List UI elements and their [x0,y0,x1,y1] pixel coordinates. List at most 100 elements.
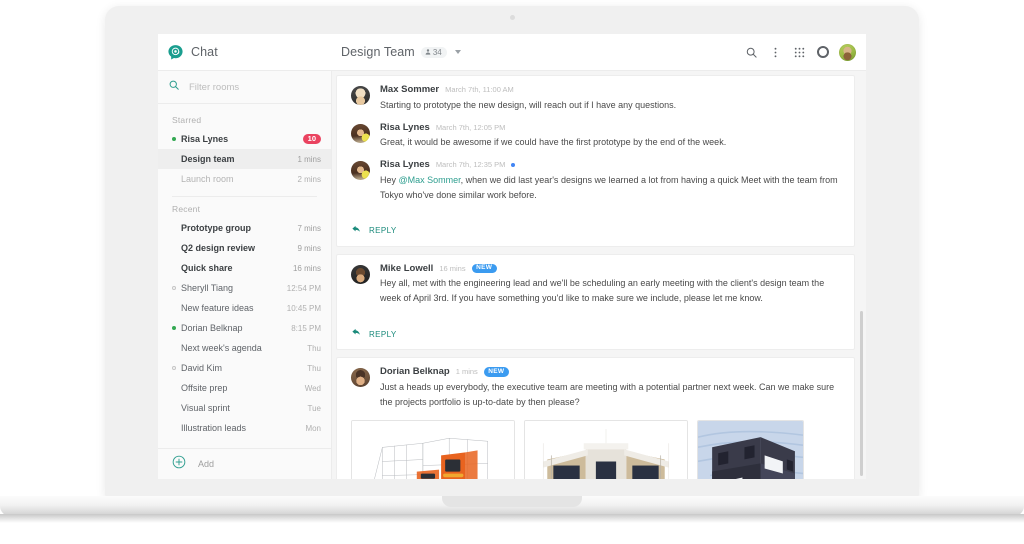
sidebar-item-timestamp: Thu [307,343,321,353]
reply-button[interactable]: REPLY [351,325,397,343]
message-text: Starting to prototype the new design, wi… [380,99,677,110]
message: Risa Lynes March 7th, 12:35 PM Hey @Max So… [351,160,840,203]
avatar[interactable] [351,368,370,387]
account-avatar[interactable] [839,43,856,61]
sidebar-item-label: David Kim [181,363,223,373]
sidebar-item-sheryll-tiang[interactable]: Sheryll Tiang 12:54 PM [158,278,331,298]
unread-dot-icon [511,162,516,167]
sidebar-item-q2-design-review[interactable]: Q2 design review 9 mins [158,238,331,258]
presence-indicator [172,286,181,290]
message-header: Mike Lowell 16 mins NEW [380,262,840,274]
message-body: Risa Lynes March 7th, 12:05 PM Great, it w… [380,121,840,151]
sidebar-item-david-kim[interactable]: David Kim Thu [158,358,331,378]
message-header: Dorian Belknap 1 mins NEW [380,367,840,377]
sidebar-item-label: Quick share [181,263,233,273]
sidebar-item-label: Offsite prep [181,383,228,393]
attachment-card-recent-projects-sketch[interactable]: RECENT PROJECTSLondon / Amsterdam / New … [351,419,515,479]
conversation-scrollbar[interactable] [859,71,864,479]
avatar[interactable] [351,161,370,180]
sidebar-item-illustration-leads[interactable]: Illustration leads Mon [158,418,331,438]
top-bar-actions [739,40,866,64]
message-body: Mike Lowell 16 mins NEW Hey all, met with t… [380,262,840,307]
member-count-chip[interactable]: 34 [420,46,447,58]
reply-label: REPLY [369,226,397,235]
sidebar-item-timestamp: 9 mins [297,243,321,253]
message-header: Risa Lynes March 7th, 12:05 PM [380,121,840,133]
avatar[interactable] [351,123,370,143]
presence-indicator [172,326,181,330]
sidebar-item-label: Dorian Belknap [181,323,243,333]
main-layout: Starred Risa Lynes 10 Design team 1 mins Laun… [158,71,866,479]
avatar[interactable] [351,264,370,284]
sidebar-item-launch-room[interactable]: Launch room 2 mins [158,169,331,189]
sidebar-item-label: Next week's agenda [181,343,262,353]
add-room-button[interactable]: Add [158,448,331,479]
sidebar-item-label: Q2 design review [181,243,256,253]
sidebar-item-prototype-group[interactable]: Prototype group 7 mins [158,218,331,238]
support-circle-icon[interactable] [811,40,835,64]
sidebar-item-timestamp: 8:15 PM [291,323,321,333]
message-text: Great, it would be awesome if we could h… [380,137,727,147]
sidebar-item-design-team[interactable]: Design team 1 mins [158,149,331,169]
sidebar-item-timestamp: 1 mins [297,154,321,164]
message-text: Hey @Max Sommer, when we did last year's… [380,174,838,200]
message-timestamp: 16 mins [439,263,466,273]
room-list[interactable]: Starred Risa Lynes 10 Design team 1 mins Laun… [158,104,331,448]
sidebar-item-label: Design team [181,154,235,164]
sidebar-item-timestamp: 12:54 PM [286,283,321,293]
message-text: Hey all, met with the engineering lead a… [380,278,825,303]
unread-badge: 10 [302,133,321,145]
sidebar-item-quick-share[interactable]: Quick share 16 mins [158,258,331,278]
presence-indicator [172,366,181,370]
message-header: Risa Lynes March 7th, 12:35 PM [380,160,840,170]
search-input[interactable] [189,81,321,93]
member-count: 34 [432,47,442,57]
sidebar-item-timestamp: 7 mins [297,223,321,233]
reply-button[interactable]: REPLY [351,222,397,240]
apps-grid-icon[interactable] [787,40,811,64]
message-author: Mike Lowell [380,262,434,274]
sidebar-group-label: Starred [172,115,202,125]
message-author: Max Sommer [380,84,440,95]
more-vert-icon[interactable] [763,40,787,64]
chat-bubble-at-logo-icon [167,44,184,61]
conversation-panel: Max Sommer March 7th, 11:00 AM Starting to… [332,71,866,479]
new-badge: NEW [483,367,509,377]
message-author: Risa Lynes [380,121,430,133]
sidebar-item-new-feature-ideas[interactable]: New feature ideas 10:45 PM [158,298,331,318]
sidebar-item-label: Prototype group [181,223,251,233]
new-badge: NEW [471,263,497,273]
sidebar-item-dorian-belknap[interactable]: Dorian Belknap 8:15 PM [158,318,331,338]
chevron-down-icon[interactable] [454,50,461,54]
sidebar-item-visual-sprint[interactable]: Visual sprint Tue [158,398,331,418]
sidebar-item-timestamp: Thu [307,363,321,373]
message-body: Max Sommer March 7th, 11:00 AM Starting to… [380,85,840,113]
message-timestamp: March 7th, 11:00 AM [445,85,514,94]
sidebar-item-label: New feature ideas [181,303,254,313]
sidebar-item-next-week-s-agenda[interactable]: Next week's agenda Thu [158,338,331,358]
sidebar-item-offsite-prep[interactable]: Offsite prep Wed [158,378,331,398]
sidebar-item-label: Risa Lynes [181,134,229,144]
sidebar-item-timestamp: 10:45 PM [286,303,321,313]
sidebar-item-risa-lynes[interactable]: Risa Lynes 10 [158,129,331,149]
sidebar-item-label: Visual sprint [181,403,230,413]
mention-link[interactable]: @Max Sommer [399,175,461,185]
sidebar-item-label: Sheryll Tiang [181,283,234,293]
message-timestamp: March 7th, 12:05 PM [435,122,506,132]
brand: Chat [158,44,331,61]
search-icon[interactable] [739,40,763,64]
message: Risa Lynes March 7th, 12:05 PM Great, it w… [351,121,840,151]
attachment-card-townhouse-elevation-sketch[interactable] [524,419,688,479]
room-title-area[interactable]: Design Team 34 [331,45,739,59]
presence-online-icon [172,137,176,141]
sidebar-group-label: Recent [172,204,201,214]
scrollbar-thumb[interactable] [860,311,863,476]
message: Mike Lowell 16 mins NEW Hey all, met with t… [351,262,840,307]
attachment-card-dark-modern-house-sketch[interactable] [697,419,804,479]
reply-arrow-icon [351,325,362,343]
avatar[interactable] [351,86,370,105]
reply-arrow-icon [351,222,362,240]
message-timestamp: 1 mins [455,367,478,376]
app-screen: Chat Design Team 34 Filter rooms Starred… [158,34,866,479]
sidebar: Starred Risa Lynes 10 Design team 1 mins Laun… [158,71,332,479]
